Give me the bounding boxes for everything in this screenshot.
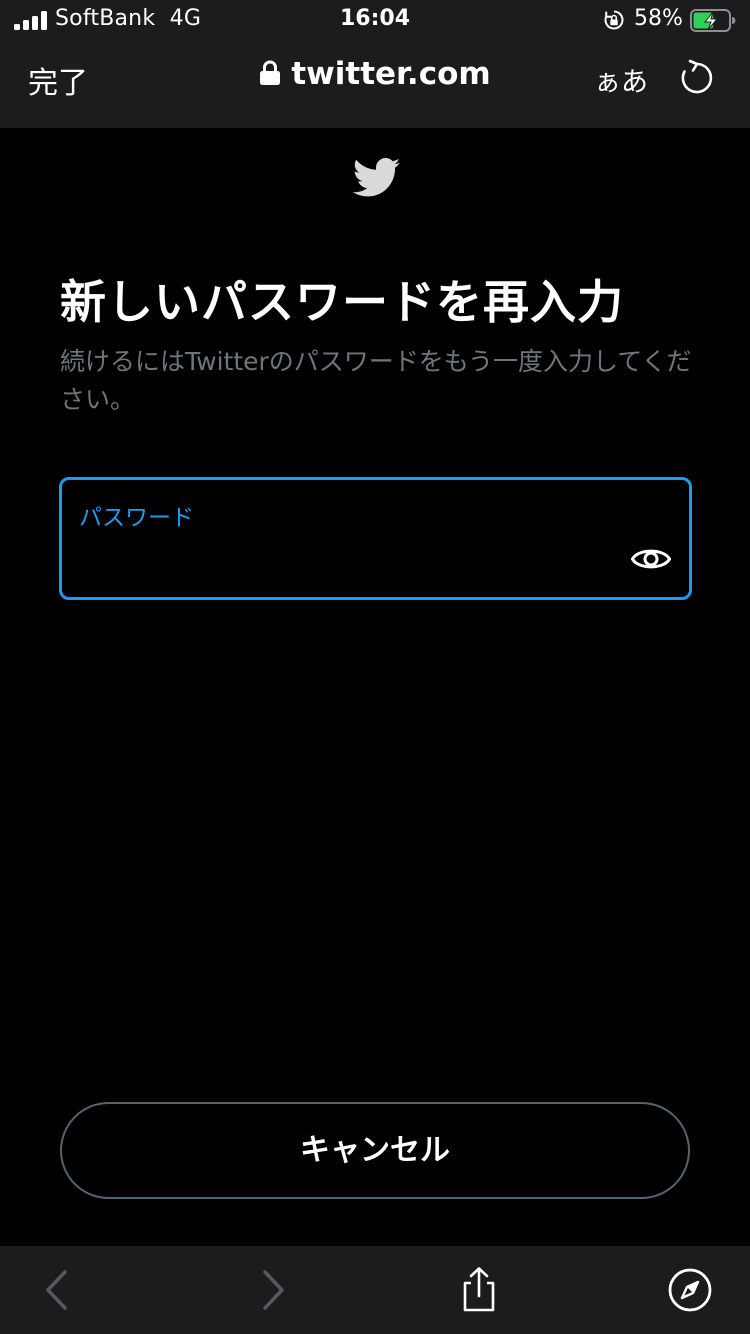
lock-icon — [260, 60, 281, 85]
browser-top-bar: SoftBank 4G 16:04 58% 完了 twitter.com ぁあ — [0, 0, 750, 128]
password-field-label: パスワード — [79, 505, 194, 531]
share-icon[interactable] — [455, 1266, 503, 1314]
page-title: 新しいパスワードを再入力 — [60, 275, 624, 329]
battery-icon — [690, 9, 736, 32]
password-input[interactable] — [79, 535, 619, 583]
browser-bottom-toolbar — [0, 1246, 750, 1334]
reload-icon[interactable] — [678, 59, 716, 97]
url-text: twitter.com — [291, 56, 491, 92]
rotation-lock-icon — [604, 10, 624, 30]
status-bar: SoftBank 4G 16:04 58% — [0, 0, 750, 40]
password-field[interactable]: パスワード — [59, 477, 692, 600]
screen: SoftBank 4G 16:04 58% 完了 twitter.com ぁあ … — [0, 0, 750, 1334]
text-size-button[interactable]: ぁあ — [594, 60, 648, 99]
cancel-button[interactable]: キャンセル — [60, 1102, 690, 1199]
back-icon[interactable] — [34, 1266, 82, 1314]
battery-percent: 58% — [634, 6, 683, 31]
twitter-bird-icon — [353, 158, 401, 197]
compass-icon[interactable] — [666, 1266, 714, 1314]
page-subtitle: 続けるにはTwitterのパスワードをもう一度入力してください。 — [60, 347, 692, 414]
eye-icon[interactable] — [630, 538, 672, 580]
forward-icon[interactable] — [248, 1266, 296, 1314]
